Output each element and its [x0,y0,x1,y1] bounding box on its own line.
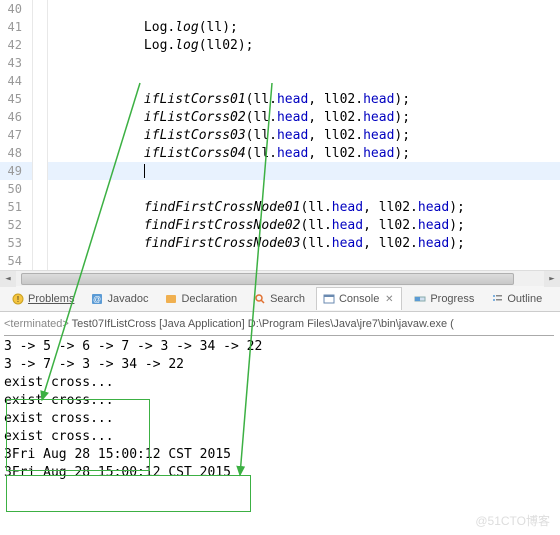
annotation-arrows [0,0,560,535]
watermark: @51CTO博客 [475,512,550,529]
